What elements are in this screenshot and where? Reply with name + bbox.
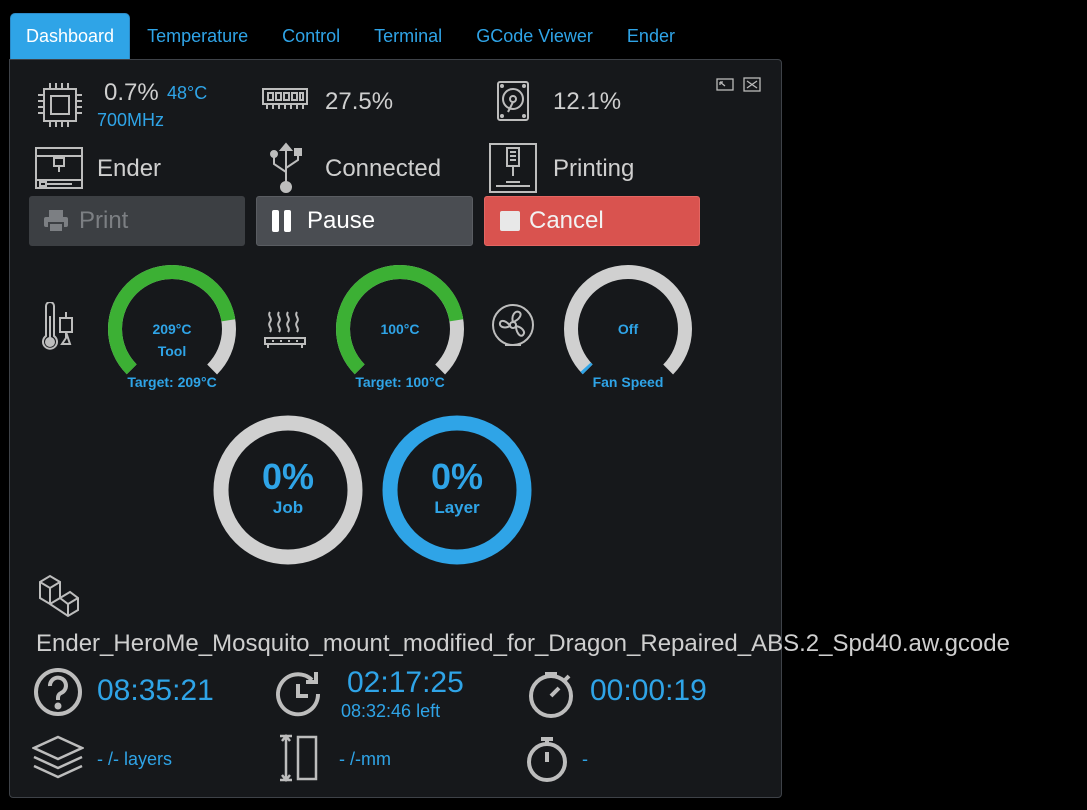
print-button-label: Print bbox=[79, 207, 129, 234]
connection-status: Connected bbox=[325, 155, 442, 182]
disk-usage: 12.1% bbox=[553, 88, 622, 115]
file-name: Ender_HeroMe_Mosquito_mount_modified_for… bbox=[36, 630, 1010, 657]
pause-icon bbox=[272, 210, 291, 232]
memory-icon bbox=[261, 86, 309, 112]
bed-temperature-gauge: 100°C Target: 100°C bbox=[336, 265, 464, 393]
disk-icon bbox=[496, 80, 530, 122]
printer-icon bbox=[34, 144, 84, 192]
cancel-button[interactable]: Cancel bbox=[484, 196, 700, 246]
usb-icon bbox=[266, 142, 306, 194]
cpu-icon bbox=[35, 80, 85, 130]
fan-speed-value: Off bbox=[618, 321, 639, 337]
fan-speed-gauge: Off Fan Speed bbox=[564, 265, 692, 393]
stopwatch-icon bbox=[525, 668, 577, 720]
fan-icon bbox=[489, 303, 537, 351]
stop-icon bbox=[500, 211, 520, 231]
bed-temp-value: 100°C bbox=[380, 321, 419, 337]
remaining-time-left: 08:32:46 left bbox=[341, 701, 441, 721]
tool-target: Target: 209°C bbox=[127, 374, 216, 390]
remaining-time-icon bbox=[274, 668, 326, 720]
layers-text: - /- layers bbox=[97, 749, 173, 769]
fullscreen-icon[interactable] bbox=[716, 77, 734, 93]
layer-progress-ring: 0% Layer bbox=[382, 415, 532, 565]
hotend-thermometer-icon bbox=[38, 302, 78, 354]
remaining-time: 02:17:25 bbox=[347, 666, 464, 699]
layer-height-text: - /-mm bbox=[339, 749, 391, 769]
printer-name: Ender bbox=[97, 155, 162, 182]
expand-icon[interactable] bbox=[743, 77, 761, 93]
cpu-temperature: 48°C bbox=[167, 83, 208, 103]
printer-state: Printing bbox=[553, 155, 635, 182]
tab-gcode-viewer[interactable]: GCode Viewer bbox=[459, 13, 610, 60]
tab-terminal[interactable]: Terminal bbox=[357, 13, 459, 60]
job-progress-label: Job bbox=[273, 498, 303, 517]
dashboard-panel: 0.7% 48°C 700MHz 27.5% 12.1% Ender Conne… bbox=[9, 59, 1010, 798]
cpu-frequency: 700MHz bbox=[97, 110, 165, 130]
tab-control[interactable]: Control bbox=[265, 13, 357, 60]
memory-usage: 27.5% bbox=[325, 88, 394, 115]
print-icon bbox=[44, 210, 68, 233]
tool-gauge-label: Tool bbox=[158, 343, 187, 359]
estimated-total-time: 08:35:21 bbox=[97, 674, 214, 707]
print-button[interactable]: Print bbox=[29, 196, 245, 246]
tool-temperature-gauge: 209°C Tool Target: 209°C bbox=[107, 265, 236, 393]
printing-state-icon bbox=[488, 142, 538, 194]
file-model-icon bbox=[36, 572, 80, 620]
layers-icon bbox=[32, 735, 84, 781]
layer-progress-value: 0% bbox=[431, 456, 483, 497]
tab-ender[interactable]: Ender bbox=[610, 13, 692, 60]
layer-height-icon bbox=[278, 733, 320, 783]
tab-bar: Dashboard Temperature Control Terminal G… bbox=[10, 13, 692, 60]
cpu-usage: 0.7% bbox=[104, 79, 159, 106]
cancel-button-label: Cancel bbox=[529, 207, 604, 234]
layer-time: - bbox=[582, 749, 588, 769]
job-progress-ring: 0% Job bbox=[213, 415, 363, 565]
pause-button[interactable]: Pause bbox=[256, 196, 473, 246]
tab-temperature[interactable]: Temperature bbox=[130, 13, 265, 60]
elapsed-time: 00:00:19 bbox=[590, 674, 707, 707]
question-circle-icon bbox=[32, 666, 84, 718]
bed-target: Target: 100°C bbox=[355, 374, 444, 390]
job-progress-value: 0% bbox=[262, 456, 314, 497]
heated-bed-icon bbox=[262, 308, 308, 354]
tab-dashboard[interactable]: Dashboard bbox=[10, 13, 131, 60]
tool-temp-value: 209°C bbox=[152, 321, 191, 337]
fan-speed-label: Fan Speed bbox=[593, 374, 664, 390]
pause-button-label: Pause bbox=[307, 207, 376, 234]
layer-progress-label: Layer bbox=[434, 498, 480, 517]
layer-time-icon bbox=[524, 734, 570, 784]
